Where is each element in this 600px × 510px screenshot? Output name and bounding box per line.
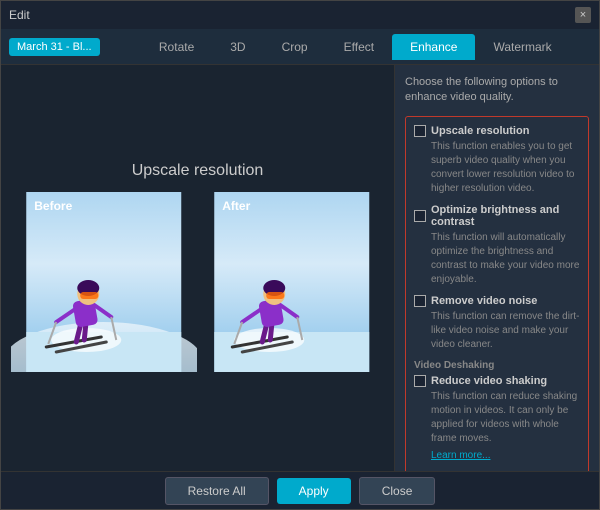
apply-button[interactable]: Apply [277, 478, 351, 504]
close-window-button[interactable]: × [575, 7, 591, 23]
upscale-option: Upscale resolution This function enables… [414, 125, 580, 196]
brightness-label: Optimize brightness and contrast [431, 204, 580, 228]
nav-tabs: Rotate 3D Crop Effect Enhance Watermark [120, 34, 591, 60]
noise-row: Remove video noise [414, 295, 580, 307]
preview-title: Upscale resolution [132, 162, 264, 180]
enhance-options-section: Upscale resolution This function enables… [405, 116, 589, 471]
tab-3d[interactable]: 3D [212, 34, 263, 60]
deshaking-checkbox[interactable] [414, 375, 426, 387]
svg-text:Before: Before [34, 199, 72, 213]
before-panel: Before [11, 192, 197, 375]
tab-watermark[interactable]: Watermark [475, 34, 569, 60]
options-panel: Choose the following options to enhance … [394, 65, 599, 471]
deshaking-option: Reduce video shaking This function can r… [414, 375, 580, 461]
deshaking-row: Reduce video shaking [414, 375, 580, 387]
before-after-container: Before [11, 192, 384, 375]
deshaking-label: Reduce video shaking [431, 375, 547, 387]
tab-rotate[interactable]: Rotate [141, 34, 212, 60]
upscale-checkbox[interactable] [414, 125, 426, 137]
main-content: Upscale resolution [1, 65, 599, 471]
brightness-checkbox[interactable] [414, 210, 426, 222]
svg-text:After: After [222, 199, 250, 213]
learn-more-link[interactable]: Learn more... [414, 450, 580, 461]
tab-bar: March 31 - Bl... Rotate 3D Crop Effect E… [1, 29, 599, 65]
upscale-row: Upscale resolution [414, 125, 580, 137]
bottom-bar: Restore All Apply Close [1, 471, 599, 509]
brightness-option: Optimize brightness and contrast This fu… [414, 204, 580, 287]
tab-enhance[interactable]: Enhance [392, 34, 475, 60]
tab-crop[interactable]: Crop [264, 34, 326, 60]
upscale-label: Upscale resolution [431, 125, 529, 137]
brightness-row: Optimize brightness and contrast [414, 204, 580, 228]
title-bar: Edit × [1, 1, 599, 29]
options-intro: Choose the following options to enhance … [405, 75, 589, 106]
brightness-desc: This function will automatically optimiz… [414, 231, 580, 287]
deshaking-desc: This function can reduce shaking motion … [414, 390, 580, 446]
noise-desc: This function can remove the dirt-like v… [414, 310, 580, 352]
noise-option: Remove video noise This function can rem… [414, 295, 580, 352]
deshaking-header: Video Deshaking [414, 360, 580, 371]
file-tag[interactable]: March 31 - Bl... [9, 38, 100, 56]
restore-all-button[interactable]: Restore All [165, 477, 269, 505]
close-button[interactable]: Close [359, 477, 436, 505]
upscale-desc: This function enables you to get superb … [414, 140, 580, 196]
before-video: Before [11, 192, 197, 372]
preview-panel: Upscale resolution [1, 65, 394, 471]
edit-window: Edit × March 31 - Bl... Rotate 3D Crop E… [0, 0, 600, 510]
noise-checkbox[interactable] [414, 295, 426, 307]
noise-label: Remove video noise [431, 295, 537, 307]
after-panel: After [199, 192, 385, 375]
window-title: Edit [9, 8, 30, 22]
after-video: After [199, 192, 385, 372]
tab-effect[interactable]: Effect [326, 34, 392, 60]
